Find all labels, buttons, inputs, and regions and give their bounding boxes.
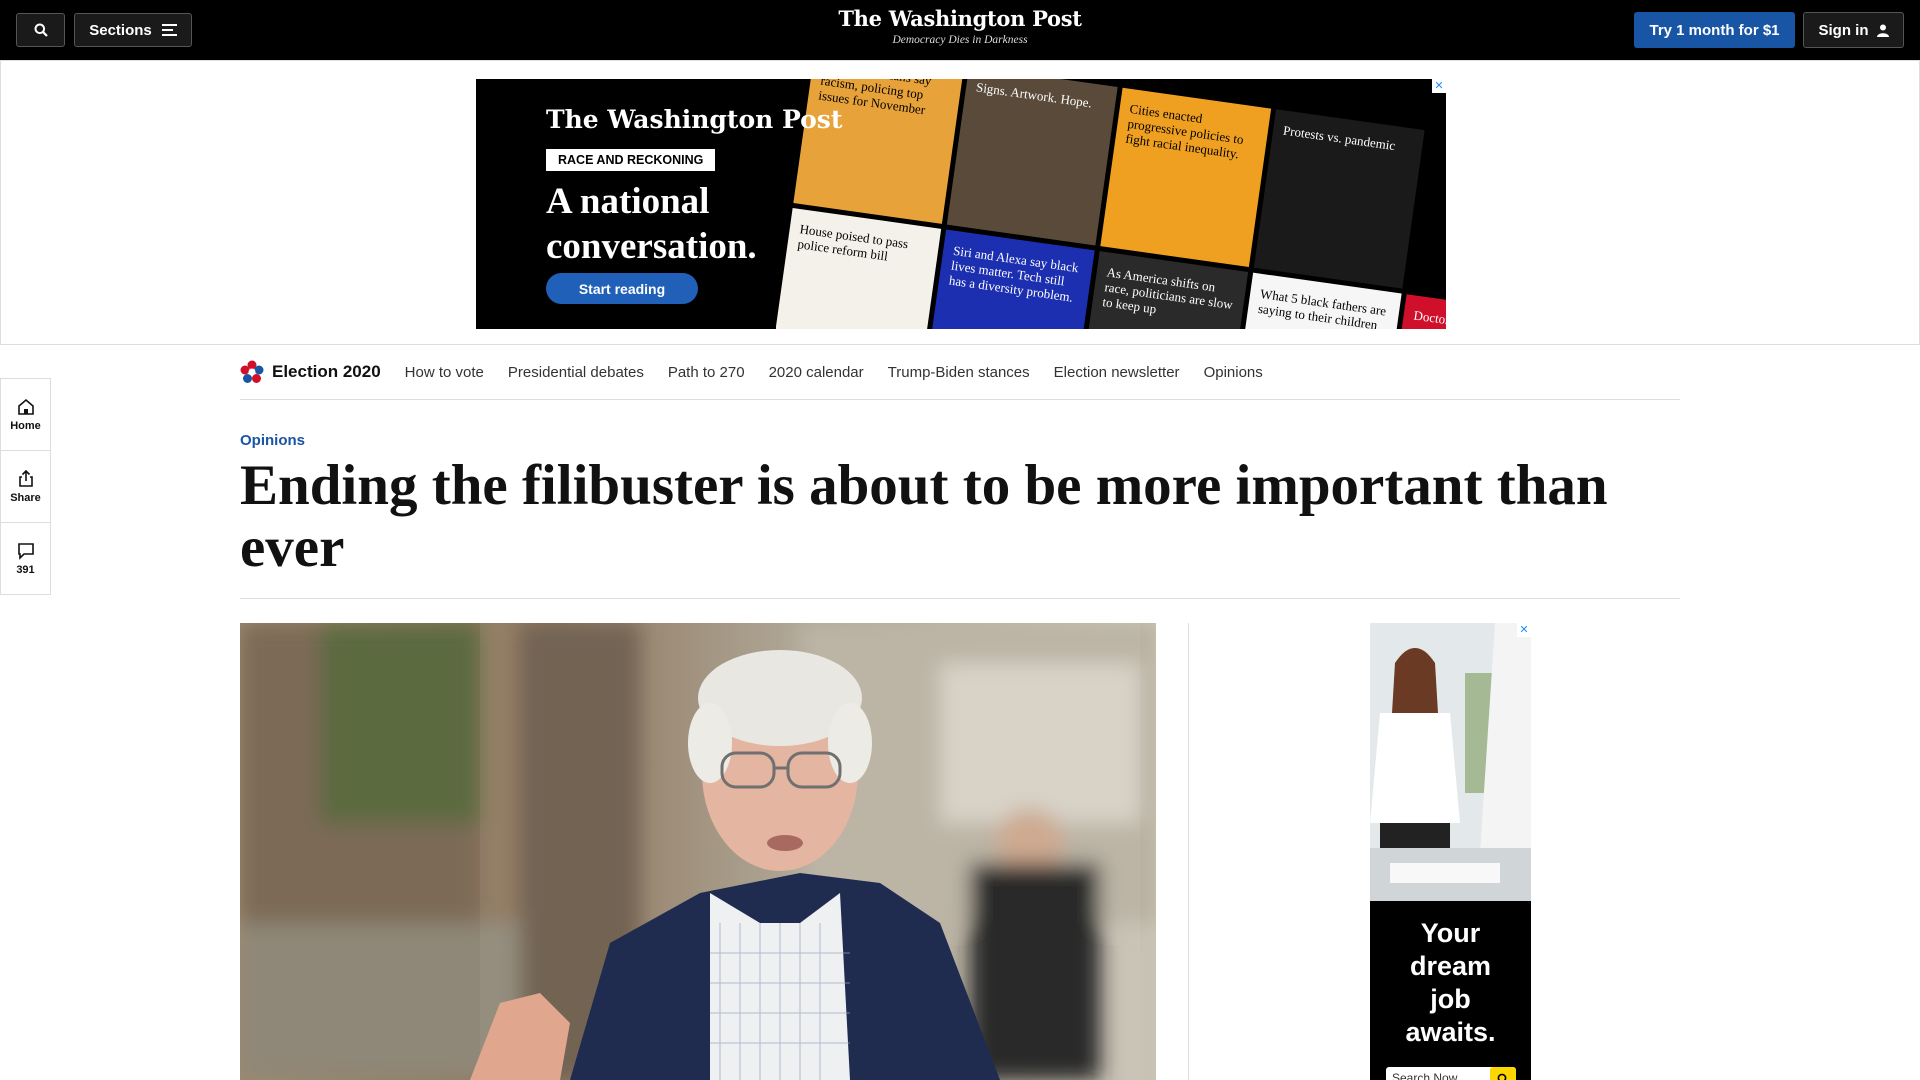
ad-headline: A national conversation.	[546, 179, 757, 269]
sign-in-label: Sign in	[1818, 21, 1869, 39]
user-icon	[1876, 24, 1889, 37]
ad-tile: House poised to pass police reform bill	[770, 207, 942, 329]
nav-link-2020-calendar[interactable]: 2020 calendar	[769, 364, 864, 381]
ad-tile: Cities enacted progressive policies to f…	[1100, 87, 1272, 268]
site-logo[interactable]: The Washington Post Democracy Dies in Da…	[760, 6, 1160, 46]
close-icon[interactable]: ✕	[1517, 623, 1531, 637]
comments-button[interactable]: 391	[1, 523, 50, 595]
share-icon	[18, 469, 33, 487]
search-button[interactable]	[16, 13, 65, 47]
election-star-icon	[240, 360, 264, 383]
lead-photo-image	[240, 623, 1156, 1080]
share-label: Share	[10, 491, 41, 504]
sidebar-ad-slogan: Your dream job awaits.	[1370, 917, 1531, 1049]
sidebar-ad-slogan-line: Your	[1420, 918, 1481, 948]
home-label: Home	[10, 419, 41, 432]
ad-headline-line: conversation.	[546, 226, 757, 267]
nav-link-how-to-vote[interactable]: How to vote	[405, 364, 484, 381]
ad-tile: Black Americans say racism, policing top…	[793, 79, 965, 224]
nav-link-opinions[interactable]: Opinions	[1204, 364, 1263, 381]
ad-start-reading-button[interactable]: Start reading	[546, 273, 698, 304]
nav-link-trump-biden-stances[interactable]: Trump-Biden stances	[888, 364, 1030, 381]
ad-series-label: RACE AND RECKONING	[546, 149, 716, 171]
sign-in-button[interactable]: Sign in	[1803, 12, 1904, 48]
sections-label: Sections	[89, 21, 152, 39]
divider	[240, 598, 1680, 599]
subscribe-offer-button[interactable]: Try 1 month for $1	[1634, 12, 1795, 48]
ad-headline-line: A national	[546, 181, 710, 222]
top-navigation-bar: Sections The Washington Post Democracy D…	[0, 0, 1920, 60]
nav-link-presidential-debates[interactable]: Presidential debates	[508, 364, 644, 381]
menu-icon	[161, 24, 177, 36]
share-button[interactable]: Share	[1, 451, 50, 523]
column-divider	[1188, 623, 1189, 1080]
article-headline: Ending the filibuster is about to be mor…	[240, 454, 1608, 579]
home-button[interactable]: Home	[1, 379, 50, 451]
sections-button[interactable]: Sections	[74, 13, 192, 47]
search-icon	[34, 23, 48, 37]
section-kicker[interactable]: Opinions	[240, 432, 305, 449]
nav-link-election-newsletter[interactable]: Election newsletter	[1054, 364, 1180, 381]
sidebar-ad-slogan-line: job	[1430, 984, 1471, 1014]
ad-logo: The Washington Post	[546, 105, 843, 134]
ad-tile: Signs. Artwork. Hope.	[946, 79, 1118, 246]
ad-tile: Protests vs. pandemic	[1253, 109, 1425, 289]
sidebar-ad-slogan-line: dream	[1409, 951, 1492, 981]
banner-ad-container: Black Americans say racism, policing top…	[0, 60, 1920, 345]
comment-count: 391	[16, 564, 35, 576]
election-2020-link[interactable]: Election 2020	[240, 360, 381, 384]
logo-tagline: Democracy Dies in Darkness	[892, 34, 1028, 46]
close-icon[interactable]: ✕	[1432, 79, 1446, 93]
comment-icon	[17, 543, 34, 560]
nav-link-path-to-270[interactable]: Path to 270	[668, 364, 745, 381]
sidebar-ad-photo	[1370, 623, 1531, 901]
home-icon	[17, 398, 34, 415]
search-icon	[1497, 1073, 1507, 1080]
article-action-rail: Home Share 391	[0, 378, 51, 595]
logo-wordmark: The Washington Post	[838, 6, 1082, 31]
election-subnav: Election 2020 How to vote Presidential d…	[240, 345, 1680, 400]
sidebar-ad-slogan-line: awaits.	[1405, 1017, 1496, 1047]
election-brand-label: Election 2020	[272, 362, 381, 381]
sidebar-ad-search-button[interactable]	[1490, 1067, 1516, 1080]
article-lead-photo	[240, 623, 1156, 1080]
banner-ad[interactable]: Black Americans say racism, policing top…	[476, 79, 1446, 329]
sidebar-ad[interactable]: Your dream job awaits. Search Now ✕	[1370, 623, 1531, 1080]
ad-tile: Siri and Alexa say black lives matter. T…	[923, 229, 1095, 329]
